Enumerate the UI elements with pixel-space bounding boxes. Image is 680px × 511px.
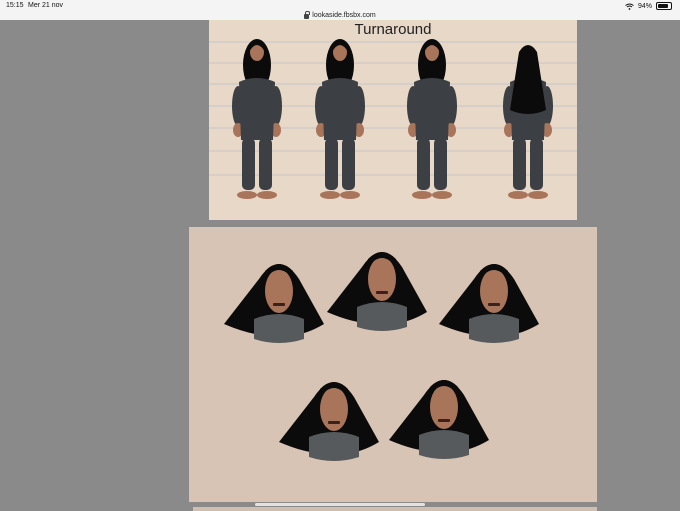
turnaround-back-view — [503, 45, 553, 199]
next-image-edge — [193, 507, 597, 511]
url-text: lookaside.fbsbx.com — [312, 11, 376, 19]
expression-sheet-image — [189, 227, 597, 502]
status-time: 15:15 — [6, 2, 24, 9]
horizontal-scrollbar[interactable] — [255, 503, 425, 506]
turnaround-sheet-image: Turnaround — [209, 20, 577, 220]
expression-head-5 — [389, 380, 489, 459]
expression-head-4 — [279, 382, 379, 461]
expression-head-1 — [224, 264, 324, 343]
expression-head-2 — [327, 252, 427, 331]
sheet-title: Turnaround — [354, 21, 432, 38]
lock-icon — [304, 10, 311, 19]
expression-head-3 — [439, 264, 539, 343]
status-date: Mer 21 nov — [28, 2, 64, 9]
